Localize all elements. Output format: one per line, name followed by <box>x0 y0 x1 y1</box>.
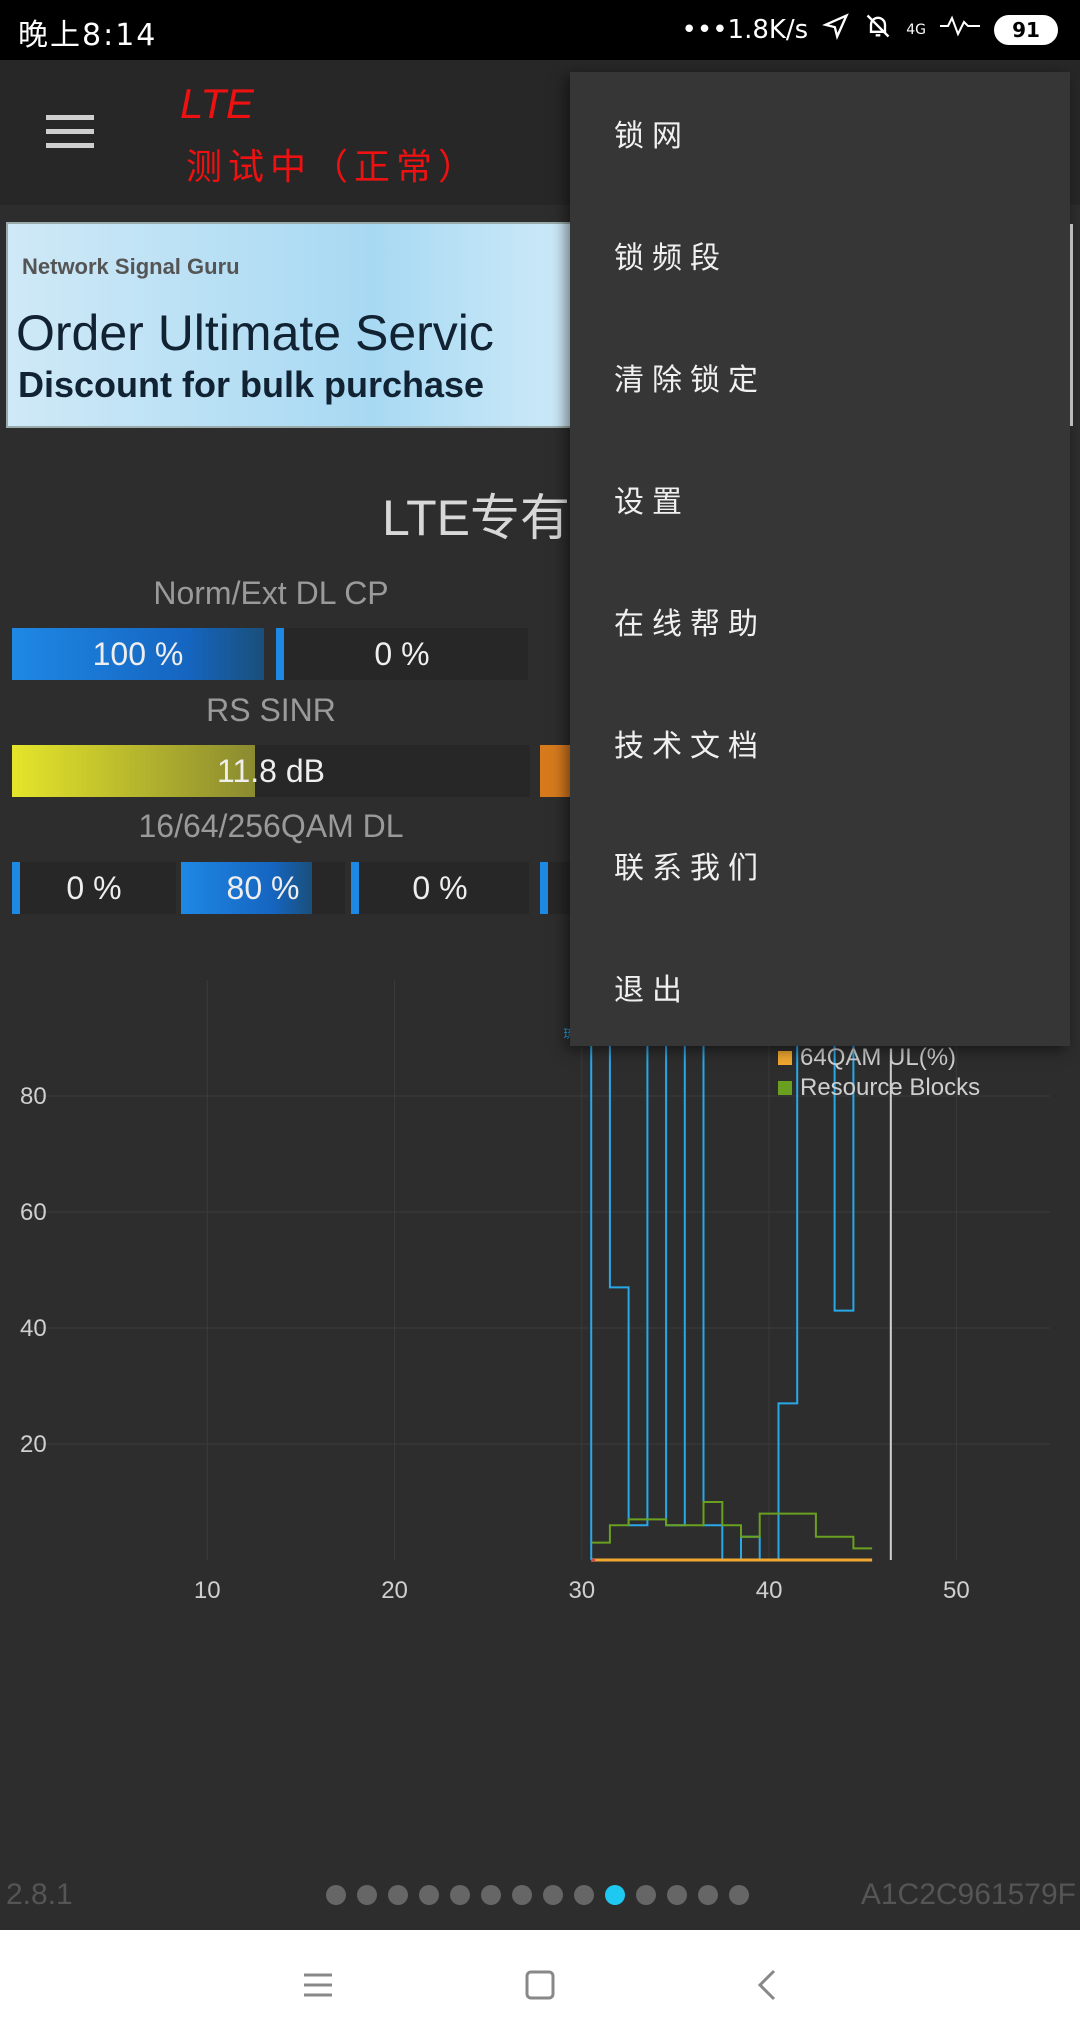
metric-value: 100 % <box>92 635 184 672</box>
signal-wave-icon <box>940 14 980 45</box>
page-dot[interactable] <box>667 1885 687 1905</box>
legend-swatch <box>778 1081 792 1095</box>
device-id: A1C2C961579F <box>860 1878 1076 1911</box>
page-dot[interactable] <box>481 1885 501 1905</box>
battery-icon: 91 <box>994 14 1058 45</box>
menu-item-online-help[interactable]: 在线帮助 <box>570 560 1070 682</box>
overflow-menu: 锁网 锁频段 清除锁定 设置 在线帮助 技术文档 联系我们 退出 <box>570 72 1070 1046</box>
home-button[interactable] <box>520 1965 560 2005</box>
metric-value: 80 % <box>226 869 300 906</box>
legend-swatch <box>778 1051 792 1065</box>
metric-value: 0 % <box>412 869 468 906</box>
banner-tagline: Discount for bulk purchase <box>18 364 485 405</box>
net-speed: •••1.8K/s <box>681 14 809 45</box>
page-dot[interactable] <box>419 1885 439 1905</box>
y-tick-label: 20 <box>20 1431 47 1458</box>
page-dot[interactable] <box>636 1885 656 1905</box>
legend-label: Resource Blocks <box>800 1074 980 1101</box>
menu-item-lock-band[interactable]: 锁频段 <box>570 194 1070 316</box>
page-dot[interactable] <box>357 1885 377 1905</box>
metric-value: 11.8 dB <box>217 752 325 789</box>
network-type-icon: 4G <box>906 21 926 38</box>
banner-headline: Order Ultimate Servic <box>16 305 494 361</box>
back-chevron-icon <box>757 1969 776 2001</box>
menu-item-contact-us[interactable]: 联系我们 <box>570 804 1070 926</box>
app-status: 测试中（正常） <box>186 147 481 188</box>
page-dot[interactable] <box>512 1885 532 1905</box>
metric-bar-normal-cp: 100 % <box>12 628 264 680</box>
menu-item-tech-docs[interactable]: 技术文档 <box>570 682 1070 804</box>
page-dot[interactable] <box>574 1885 594 1905</box>
menu-item-clear-lock[interactable]: 清除锁定 <box>570 316 1070 438</box>
menu-item-lock-network[interactable]: 锁网 <box>570 72 1070 194</box>
page-dot[interactable] <box>543 1885 563 1905</box>
back-button[interactable] <box>748 1965 788 2005</box>
metric-bar-64qam: 80 % <box>181 862 345 914</box>
legend-label: 64QAM UL(%) <box>800 1044 956 1071</box>
x-tick-label: 10 <box>194 1577 221 1600</box>
page-dot[interactable] <box>388 1885 408 1905</box>
metric-bar-extended-cp: 0 % <box>276 628 528 680</box>
page-dot[interactable] <box>729 1885 749 1905</box>
x-tick-label: 30 <box>568 1577 595 1600</box>
x-tick-label: 50 <box>943 1577 970 1600</box>
metric-bar-256qam: 0 % <box>351 862 529 914</box>
x-tick-label: 40 <box>756 1577 783 1600</box>
page-dot[interactable] <box>326 1885 346 1905</box>
y-tick-label: 80 <box>20 1083 47 1110</box>
system-nav-bar <box>0 1930 1080 2040</box>
location-arrow-icon <box>822 12 850 47</box>
metric-value: 0 % <box>374 635 430 672</box>
recents-button[interactable] <box>298 1965 338 2005</box>
section-title: LTE专有 <box>382 490 570 546</box>
page-dot[interactable] <box>605 1885 625 1905</box>
square-icon <box>525 1970 555 2000</box>
y-tick-label: 40 <box>20 1315 47 1342</box>
metric-bar-rs-sinr: 11.8 dB <box>12 745 530 797</box>
x-tick-label: 20 <box>381 1577 408 1600</box>
page-dot[interactable] <box>450 1885 470 1905</box>
ad-banner[interactable]: Network Signal Guru Order Ultimate Servi… <box>6 222 616 428</box>
metric-bar-16qam: 0 % <box>12 862 176 914</box>
metric-bar-partial-2 <box>540 862 570 914</box>
status-icons: •••1.8K/s 4G 91 <box>682 12 1058 47</box>
banner-brand: Network Signal Guru <box>22 254 240 279</box>
metric-label-rs-sinr: RS SINR <box>206 692 336 728</box>
screen: 晚上8:14 •••1.8K/s 4G 91 LTE 测试中（正常） Netwo… <box>0 0 1080 2040</box>
metric-value: 0 % <box>66 869 122 906</box>
menu-item-settings[interactable]: 设置 <box>570 438 1070 560</box>
status-bar: 晚上8:14 •••1.8K/s 4G 91 <box>0 0 1080 60</box>
hamburger-menu-icon[interactable] <box>46 115 94 149</box>
metric-label-dl-cp: Norm/Ext DL CP <box>153 575 389 611</box>
y-tick-label: 60 <box>20 1199 47 1226</box>
page-dot[interactable] <box>698 1885 718 1905</box>
signal-chart: 102030405020406080琉璃社区64QAM UL(%)Resourc… <box>20 979 1050 1600</box>
page-indicator <box>326 1885 749 1905</box>
app-title: LTE <box>180 80 254 127</box>
menu-item-exit[interactable]: 退出 <box>570 926 1070 1048</box>
app-version: 2.8.1 <box>6 1878 73 1911</box>
menu-lines-icon <box>304 1973 332 1997</box>
status-time: 晚上8:14 <box>18 18 158 53</box>
muted-bell-icon <box>864 12 892 47</box>
metric-bar-partial <box>540 745 570 797</box>
metric-label-qam-dl: 16/64/256QAM DL <box>138 808 404 844</box>
page-scrollbar[interactable] <box>1070 224 1073 426</box>
